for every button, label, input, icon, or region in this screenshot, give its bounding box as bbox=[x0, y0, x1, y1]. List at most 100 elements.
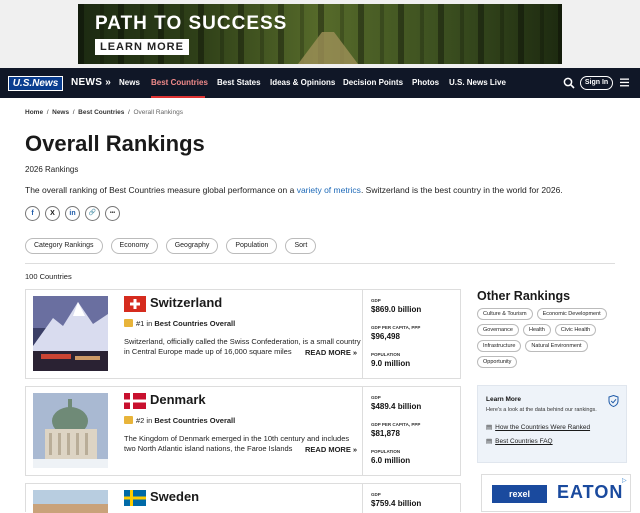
news-section-label[interactable]: NEWS » bbox=[71, 77, 111, 88]
breadcrumb: Home / News / Best Countries / Overall R… bbox=[25, 109, 183, 116]
medal-icon bbox=[124, 416, 133, 424]
rank-in: in bbox=[144, 319, 155, 328]
share-bar: f X in 🔗 ••• bbox=[25, 206, 120, 221]
country-stats: GDP $869.0 billion GDP PER CAPITA, PPP $96… bbox=[362, 290, 461, 378]
hamburger-menu-icon[interactable] bbox=[620, 78, 629, 87]
sweden-photo bbox=[33, 490, 108, 513]
usnews-logo[interactable]: U.S.News bbox=[8, 76, 63, 91]
ad-banner-area: PATH TO SUCCESS LEARN MORE bbox=[0, 0, 640, 68]
population-value: 6.0 million bbox=[371, 456, 411, 465]
ad-cta-button[interactable]: LEARN MORE bbox=[95, 39, 189, 55]
desc-text: The overall ranking of Best Countries me… bbox=[25, 185, 297, 195]
breadcrumb-sep: / bbox=[72, 109, 75, 116]
read-more-link[interactable]: READ MORE » bbox=[302, 445, 358, 454]
medal-icon bbox=[124, 319, 133, 327]
breadcrumb-current: Overall Rankings bbox=[133, 109, 183, 116]
filter-sort[interactable]: Sort bbox=[285, 238, 317, 254]
country-stats: GDP $489.4 billion GDP PER CAPITA, PPP $81… bbox=[362, 387, 461, 475]
breadcrumb-best-countries[interactable]: Best Countries bbox=[78, 109, 124, 116]
nav-best-countries[interactable]: Best Countries bbox=[151, 78, 208, 87]
nav-ideas-opinions[interactable]: Ideas & Opinions bbox=[270, 78, 335, 87]
x-share-icon[interactable]: X bbox=[45, 206, 60, 221]
copy-link-icon[interactable]: 🔗 bbox=[85, 206, 100, 221]
sidebar-ad[interactable]: rexel EATON ▷ bbox=[481, 474, 631, 512]
tag-economic-development[interactable]: Economic Development bbox=[536, 308, 607, 320]
filter-population[interactable]: Population bbox=[226, 238, 278, 254]
eaton-logo: EATON bbox=[557, 482, 624, 502]
tag-health[interactable]: Health bbox=[522, 324, 551, 336]
gdp-value: $869.0 billion bbox=[371, 305, 422, 314]
gdp-per-capita-label: GDP PER CAPITA, PPP bbox=[371, 422, 421, 427]
population-label: POPULATION bbox=[371, 449, 401, 454]
country-stats: GDP $759.4 billion bbox=[362, 484, 461, 513]
learn-more-title: Learn More bbox=[486, 396, 522, 403]
nav-news[interactable]: News bbox=[119, 78, 140, 87]
gdp-value: $489.4 billion bbox=[371, 402, 422, 411]
country-name[interactable]: Denmark bbox=[150, 392, 206, 407]
tag-governance[interactable]: Governance bbox=[477, 324, 519, 336]
nav-best-states[interactable]: Best States bbox=[217, 78, 261, 87]
switzerland-photo bbox=[33, 296, 108, 371]
active-nav-underline bbox=[151, 96, 205, 98]
gdp-per-capita-value: $96,498 bbox=[371, 332, 400, 341]
country-card-switzerland[interactable]: Switzerland #1 in Best Countries Overall… bbox=[25, 289, 461, 379]
tag-culture-tourism[interactable]: Culture & Tourism bbox=[477, 308, 533, 320]
country-count: 100 Countries bbox=[25, 272, 72, 281]
read-more-link[interactable]: READ MORE » bbox=[302, 348, 358, 357]
gdp-per-capita-value: $81,878 bbox=[371, 429, 400, 438]
metrics-link[interactable]: variety of metrics bbox=[297, 185, 361, 195]
denmark-photo bbox=[33, 393, 108, 468]
breadcrumb-sep: / bbox=[46, 109, 49, 116]
ad-banner[interactable]: PATH TO SUCCESS LEARN MORE bbox=[78, 4, 562, 64]
faq-link[interactable]: ▤ Best Countries FAQ bbox=[486, 437, 553, 445]
population-label: POPULATION bbox=[371, 352, 401, 357]
linkedin-share-icon[interactable]: in bbox=[65, 206, 80, 221]
filter-economy[interactable]: Economy bbox=[110, 238, 158, 254]
faq-text[interactable]: Best Countries FAQ bbox=[495, 438, 552, 445]
search-icon[interactable] bbox=[563, 77, 575, 89]
gdp-label: GDP bbox=[371, 298, 381, 303]
more-share-icon[interactable]: ••• bbox=[105, 206, 120, 221]
how-ranked-text[interactable]: How the Countries Were Ranked bbox=[495, 424, 590, 431]
nav-photos[interactable]: Photos bbox=[412, 78, 439, 87]
rank-category: Best Countries Overall bbox=[154, 319, 236, 328]
learn-more-box: Learn More Here's a look at the data beh… bbox=[477, 385, 627, 463]
breadcrumb-home[interactable]: Home bbox=[25, 109, 43, 116]
gdp-value: $759.4 billion bbox=[371, 499, 422, 508]
country-name[interactable]: Sweden bbox=[150, 489, 199, 504]
country-card-denmark[interactable]: Denmark #2 in Best Countries Overall The… bbox=[25, 386, 461, 476]
filter-geography[interactable]: Geography bbox=[165, 238, 219, 254]
rank-category: Best Countries Overall bbox=[154, 416, 236, 425]
how-ranked-link[interactable]: ▤ How the Countries Were Ranked bbox=[486, 423, 590, 431]
tag-civic-health[interactable]: Civic Health bbox=[554, 324, 597, 336]
nav-decision-points[interactable]: Decision Points bbox=[343, 78, 403, 87]
ad-close-icon[interactable]: ▷ bbox=[622, 477, 627, 484]
sweden-flag-icon bbox=[124, 490, 146, 506]
sign-in-button[interactable]: Sign In bbox=[580, 76, 613, 90]
divider bbox=[25, 263, 615, 264]
country-card-sweden[interactable]: Sweden GDP $759.4 billion bbox=[25, 483, 461, 513]
other-rankings-heading: Other Rankings bbox=[477, 289, 571, 303]
page-description: The overall ranking of Best Countries me… bbox=[25, 185, 563, 195]
desc-text-end: . Switzerland is the best country in the… bbox=[360, 185, 563, 195]
filter-bar: Category Rankings Economy Geography Popu… bbox=[25, 238, 317, 254]
switzerland-flag-icon bbox=[124, 296, 146, 312]
gdp-per-capita-label: GDP PER CAPITA, PPP bbox=[371, 325, 421, 330]
shield-check-icon bbox=[608, 395, 619, 407]
document-icon: ▤ bbox=[486, 438, 493, 445]
tag-natural-environment[interactable]: Natural Environment bbox=[525, 340, 588, 352]
denmark-flag-icon bbox=[124, 393, 146, 409]
tag-infrastructure[interactable]: Infrastructure bbox=[477, 340, 522, 352]
nav-us-news-live[interactable]: U.S. News Live bbox=[449, 78, 506, 87]
filter-category-rankings[interactable]: Category Rankings bbox=[25, 238, 103, 254]
gdp-label: GDP bbox=[371, 492, 381, 497]
other-rankings-tags: Culture & Tourism Economic Development G… bbox=[477, 308, 627, 368]
tag-opportunity[interactable]: Opportunity bbox=[477, 356, 518, 368]
breadcrumb-news[interactable]: News bbox=[52, 109, 69, 116]
page-subtitle: 2026 Rankings bbox=[25, 165, 79, 174]
learn-more-desc: Here's a look at the data behind our ran… bbox=[486, 407, 597, 413]
facebook-share-icon[interactable]: f bbox=[25, 206, 40, 221]
country-name[interactable]: Switzerland bbox=[150, 295, 222, 310]
population-value: 9.0 million bbox=[371, 359, 411, 368]
country-rank: #2 in Best Countries Overall bbox=[124, 416, 235, 425]
